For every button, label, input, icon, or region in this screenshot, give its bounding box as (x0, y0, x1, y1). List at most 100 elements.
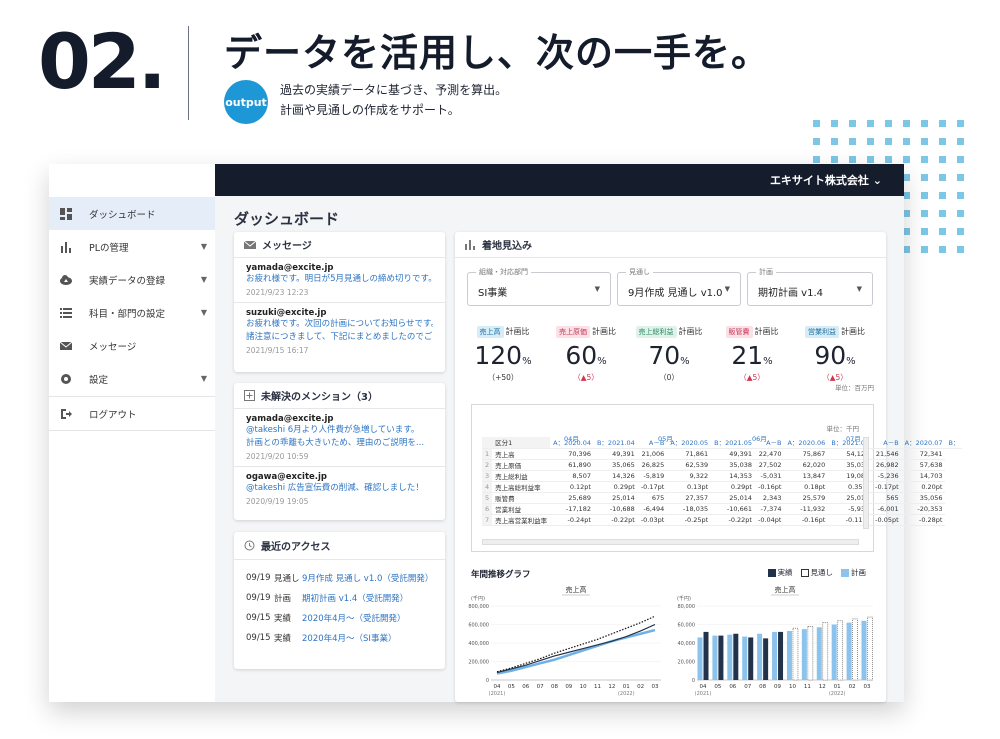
x-tick-label: 01 (623, 684, 630, 690)
kpi-value: 21% (712, 341, 792, 370)
subtitle-line2: 計画や見通しの作成をサポート。 (280, 103, 460, 117)
pl-table[interactable]: 単位：千円 04月 05月 06月 07月 区分1 A：2020.04 B：2021.04… (471, 404, 963, 552)
y-tick-label: 0 (486, 678, 489, 684)
sidebar-item-logout[interactable]: ログアウト (49, 397, 215, 430)
dot (921, 138, 928, 145)
x-tick-label: 08 (759, 684, 766, 690)
message-item[interactable]: yamada@excite.jp お疲れ様です。明日が5月見通しの締め切りです。… (234, 258, 445, 303)
x-tick-label: 10 (789, 684, 796, 690)
chevron-down-icon: ▼ (200, 308, 207, 317)
chevron-down-icon: ▼ (200, 374, 207, 383)
kpi-suffix: 計画比 (592, 327, 616, 336)
chart-legend: 実績 見通し 計画 (767, 567, 866, 578)
table-cell: 14,353 (711, 470, 755, 482)
select-value: 期初計画 v1.4 (758, 288, 823, 299)
x-tick-label: 08 (551, 684, 558, 690)
table-row[interactable]: 6 営業利益 -17,182 -10,688 -6,494 -18,035 -10,661-… (482, 503, 962, 515)
sidebar-item-pl[interactable]: PLの管理 ▼ (49, 230, 215, 263)
mention-item[interactable]: ogawa@excite.jp @takeshi 広告宣伝費の削減、確認しました… (234, 467, 445, 511)
kpi-delta: （+50） (487, 373, 519, 382)
access-date: 09/15 (246, 613, 271, 623)
horizontal-scrollbar[interactable] (482, 539, 859, 545)
table-row[interactable]: 4 売上高総利益率 0.12pt 0.29pt -0.17pt 0.13pt 0.29pt -… (482, 481, 962, 493)
column-header: B：2021.04 (593, 437, 638, 449)
table-row[interactable]: 7 売上高営業利益率 -0.24pt -0.22pt -0.03pt -0.25pt -0.… (482, 514, 962, 526)
kpi-suffix: 計画比 (841, 327, 865, 336)
select-label: 計画 (756, 267, 776, 277)
pl-table-grid: 区分1 A：2020.04 B：2021.04 A－B A：2020.05 B：2021.… (482, 437, 963, 526)
chevron-down-icon: ▼ (200, 242, 207, 251)
access-link[interactable]: 期初計画 v1.4（受託開発） (302, 592, 408, 604)
table-cell: 35,065 (593, 459, 638, 471)
access-row[interactable]: 09/15 実績 2020年4月〜（受託開発） (234, 608, 445, 628)
kpi-value: 70% (629, 341, 709, 370)
access-link[interactable]: 9月作成 見通し v1.0（受託開発） (302, 572, 433, 584)
kpi-label: 販管費 計画比 (712, 319, 792, 338)
row-index: 4 (482, 481, 493, 493)
table-cell: -6,494 (637, 503, 668, 515)
column-header: A：2020.05 (667, 437, 712, 449)
kpi-item: 売上高 計画比 120% （+50） (463, 319, 543, 383)
table-row[interactable]: 1 売上高 70,396 49,391 21,006 71,861 49,391 22,470… (482, 448, 962, 460)
dot (939, 246, 946, 253)
table-cell: 0.29pt (593, 481, 638, 493)
dot (957, 138, 964, 145)
chart-title: 売上高 (775, 585, 796, 594)
access-row[interactable]: 09/19 計画 期初計画 v1.4（受託開発） (234, 588, 445, 608)
sidebar-item-dashboard[interactable]: ダッシュボード (49, 197, 215, 230)
legend-label: 計画 (851, 568, 866, 577)
bar-forecast (852, 618, 858, 681)
row-index: 2 (482, 459, 493, 471)
company-switcher[interactable]: エキサイト株式会社 ⌄ (770, 172, 882, 188)
access-link[interactable]: 2020年4月〜（SI事業） (302, 632, 396, 644)
bar-actual (778, 631, 784, 680)
kpi-item: 売上総利益 計画比 70% （0） (629, 319, 709, 383)
table-row[interactable]: 5 販管費 25,689 25,014 675 27,357 25,014 2,343 25,5… (482, 492, 962, 504)
access-row[interactable]: 09/19 見通し 9月作成 見通し v1.0（受託開発） (234, 568, 445, 588)
message-item[interactable]: suzuki@excite.jp お疲れ様です。次回の計画についてお知らせです。… (234, 303, 445, 360)
column-header: A－B (872, 437, 902, 449)
dot (939, 174, 946, 181)
vertical-scrollbar[interactable] (863, 437, 869, 529)
kpi-item: 売上原価 計画比 60% （▲5） (546, 319, 626, 383)
plan-select[interactable]: 計画 期初計画 v1.4 ▼ (747, 267, 873, 306)
bar-chart-icon (61, 241, 71, 253)
org-select[interactable]: 組織・対応部門 SI事業 ▼ (467, 267, 611, 306)
kpi-value: 90% (795, 341, 875, 370)
access-row[interactable]: 09/15 実績 2020年4月〜（SI事業） (234, 628, 445, 648)
sidebar-item-messages[interactable]: メッセージ (49, 329, 215, 362)
kpi-label: 営業利益 計画比 (795, 319, 875, 338)
mention-text: @takeshi 広告宣伝費の削減、確認しました！ (246, 483, 424, 493)
kpi-delta: （▲5） (739, 373, 765, 382)
column-header: A－B (637, 437, 668, 449)
bar-forecast (867, 616, 873, 681)
sidebar-item-label: ログアウト (89, 409, 137, 421)
mention-item[interactable]: yamada@excite.jp @takeshi 6月より人件費が急増していま… (234, 409, 445, 467)
legend-item: 見通し (800, 567, 833, 578)
bar-plan (831, 624, 837, 680)
dot (885, 138, 892, 145)
table-cell: 0.29pt (711, 481, 755, 493)
table-cell: 14,326 (593, 470, 638, 482)
dot (903, 138, 910, 145)
table-row[interactable]: 2 売上原価 61,890 35,065 26,825 62,539 35,038 27,50… (482, 459, 962, 471)
table-row[interactable]: 3 売上総利益 8,507 14,326 -5,819 9,322 14,353 -5,031… (482, 470, 962, 482)
forecast-select[interactable]: 見通し 9月作成 見通し v1.0 ▼ (617, 267, 741, 306)
table-cell: 49,391 (711, 448, 755, 460)
sidebar-item-label: 実績データの登録 (89, 275, 166, 287)
sidebar-item-label: PLの管理 (89, 242, 129, 254)
select-value: 9月作成 見通し v1.0 (628, 288, 723, 299)
y-tick-label: 80,000 (678, 604, 696, 610)
legend-item: 計画 (841, 567, 866, 578)
table-cell: -6,001 (872, 503, 902, 515)
table-cell: -17,182 (550, 503, 594, 515)
history-icon (244, 540, 255, 551)
sidebar-item-accounts[interactable]: 科目・部門の設定 ▼ (49, 296, 215, 329)
access-link[interactable]: 2020年4月〜（受託開発） (302, 612, 406, 624)
sidebar-item-settings[interactable]: 設定 ▼ (49, 362, 215, 395)
table-cell: -0.28pt (901, 514, 946, 526)
table-cell: 61,890 (550, 459, 594, 471)
sidebar-item-actuals[interactable]: 実績データの登録 ▼ (49, 263, 215, 296)
bar-actual (748, 637, 754, 680)
table-cell: 2,343 (754, 492, 785, 504)
